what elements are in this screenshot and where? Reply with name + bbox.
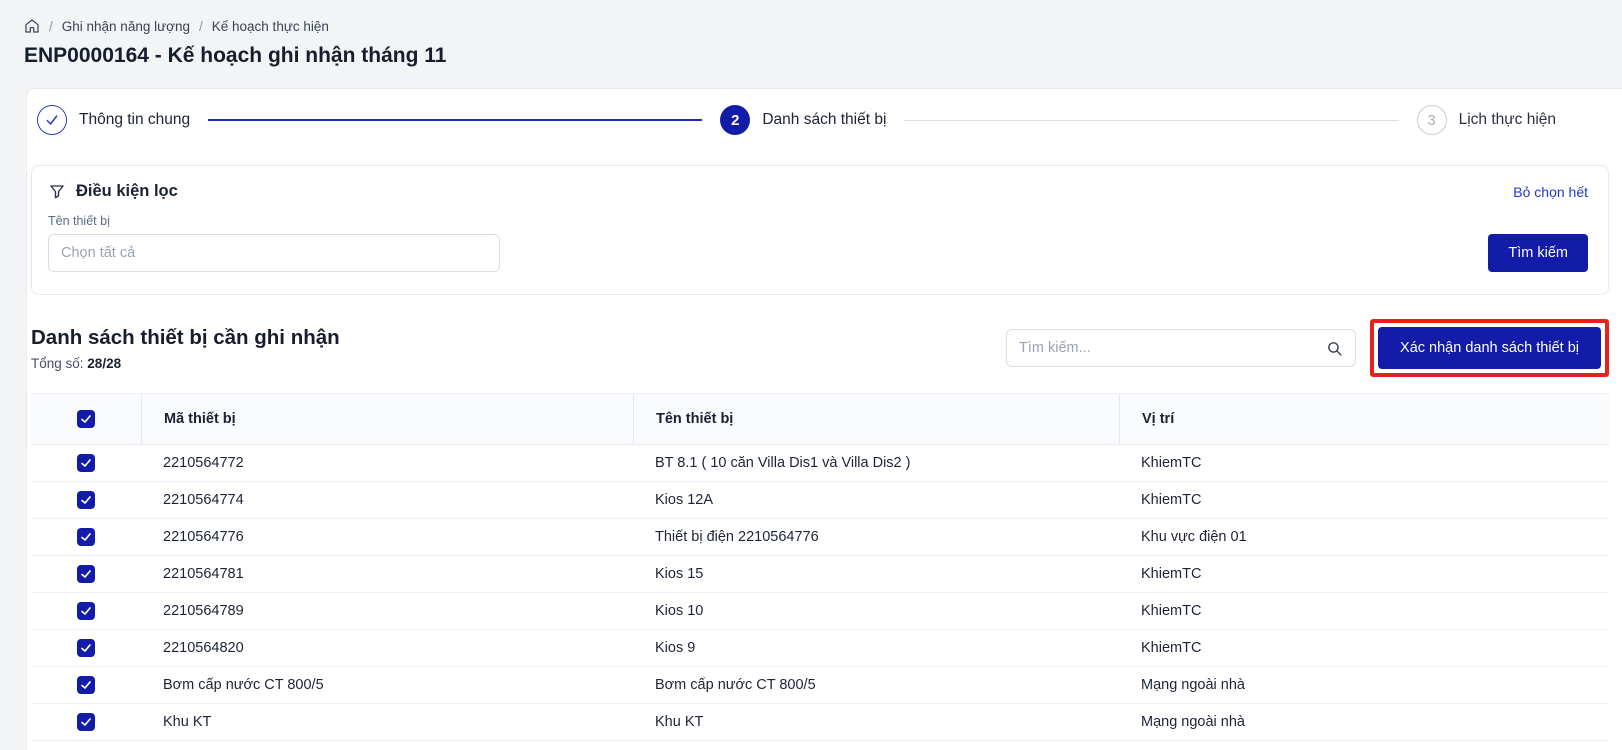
annotation-highlight-box: Xác nhận danh sách thiết bị bbox=[1370, 319, 1609, 377]
filter-title: Điều kiện lọc bbox=[76, 182, 178, 201]
device-list-titles: Danh sách thiết bị cần ghi nhận Tổng số:… bbox=[31, 326, 340, 371]
cell-device-name: Kios 10 bbox=[633, 603, 1119, 619]
table-row[interactable]: 2210564776 Thiết bị điện 2210564776 Khu … bbox=[31, 519, 1609, 556]
step-number-badge: 3 bbox=[1417, 105, 1447, 135]
select-all-checkbox[interactable] bbox=[77, 410, 95, 428]
table-row[interactable]: 2210564820 Kios 9 KhiemTC bbox=[31, 630, 1609, 667]
select-all-cell bbox=[31, 394, 141, 444]
cell-device-location: KhiemTC bbox=[1119, 603, 1609, 619]
search-icon[interactable] bbox=[1326, 340, 1343, 357]
step-number-badge: 2 bbox=[720, 105, 750, 135]
table-row[interactable]: 2210564772 BT 8.1 ( 10 căn Villa Dis1 và… bbox=[31, 445, 1609, 482]
cell-device-code: 2210564820 bbox=[141, 640, 633, 656]
column-header-name: Tên thiết bị bbox=[633, 394, 1119, 444]
device-name-label: Tên thiết bị bbox=[48, 214, 1588, 228]
cell-device-location: Khu vực điện 01 bbox=[1119, 529, 1609, 545]
search-button[interactable]: Tìm kiếm bbox=[1488, 234, 1588, 272]
total-count-value: 28/28 bbox=[87, 356, 121, 371]
breadcrumb-separator: / bbox=[199, 19, 203, 34]
row-checkbox[interactable] bbox=[77, 528, 95, 546]
confirm-device-list-button[interactable]: Xác nhận danh sách thiết bị bbox=[1378, 327, 1601, 369]
table-row[interactable]: 2210564774 Kios 12A KhiemTC bbox=[31, 482, 1609, 519]
cell-device-code: Bơm cấp nước CT 800/5 bbox=[141, 677, 633, 693]
cell-device-location: KhiemTC bbox=[1119, 455, 1609, 471]
cell-device-location: Mạng ngoài nhà bbox=[1119, 677, 1609, 693]
row-checkbox[interactable] bbox=[77, 454, 95, 472]
step-general-info[interactable]: Thông tin chung bbox=[37, 105, 190, 135]
cell-device-code: 2210564772 bbox=[141, 455, 633, 471]
table-body: 2210564772 BT 8.1 ( 10 căn Villa Dis1 và… bbox=[31, 445, 1609, 741]
step-device-list[interactable]: 2 Danh sách thiết bị bbox=[720, 105, 886, 135]
breadcrumb-item-plan[interactable]: Kế hoạch thực hiện bbox=[212, 19, 329, 34]
row-checkbox[interactable] bbox=[77, 602, 95, 620]
cell-device-code: 2210564774 bbox=[141, 492, 633, 508]
cell-device-name: Kios 12A bbox=[633, 492, 1119, 508]
step-schedule[interactable]: 3 Lịch thực hiện bbox=[1417, 105, 1556, 135]
step-connector-done bbox=[208, 119, 702, 121]
row-checkbox[interactable] bbox=[77, 639, 95, 657]
main-panel: Thông tin chung 2 Danh sách thiết bị 3 L… bbox=[26, 88, 1622, 750]
cell-device-code: 2210564789 bbox=[141, 603, 633, 619]
step-completed-check-icon bbox=[37, 105, 67, 135]
row-checkbox[interactable] bbox=[77, 676, 95, 694]
cell-device-location: KhiemTC bbox=[1119, 492, 1609, 508]
cell-device-name: BT 8.1 ( 10 căn Villa Dis1 và Villa Dis2… bbox=[633, 455, 1119, 471]
cell-device-name: Kios 15 bbox=[633, 566, 1119, 582]
table-row[interactable]: 2210564781 Kios 15 KhiemTC bbox=[31, 556, 1609, 593]
cell-device-code: 2210564776 bbox=[141, 529, 633, 545]
device-name-select[interactable] bbox=[48, 234, 500, 272]
filter-card: Điều kiện lọc Bỏ chọn hết Tên thiết bị T… bbox=[31, 165, 1609, 295]
step-connector-todo bbox=[904, 120, 1398, 121]
cell-device-name: Bơm cấp nước CT 800/5 bbox=[633, 677, 1119, 693]
page-title: ENP0000164 - Kế hoạch ghi nhận tháng 11 bbox=[24, 44, 446, 68]
stepper: Thông tin chung 2 Danh sách thiết bị 3 L… bbox=[37, 105, 1556, 135]
total-count-label: Tổng số: bbox=[31, 356, 84, 371]
breadcrumb-separator: / bbox=[49, 19, 53, 34]
cell-device-location: Mạng ngoài nhà bbox=[1119, 714, 1609, 730]
table-search-box[interactable] bbox=[1006, 329, 1356, 367]
column-header-location: Vị trí bbox=[1119, 394, 1609, 444]
device-table: Mã thiết bị Tên thiết bị Vị trí 22105647… bbox=[31, 393, 1609, 741]
cell-device-code: Khu KT bbox=[141, 714, 633, 730]
device-list-actions: Xác nhận danh sách thiết bị bbox=[1006, 319, 1609, 377]
page: / Ghi nhận năng lượng / Kế hoạch thực hi… bbox=[0, 0, 1622, 750]
table-row[interactable]: Khu KT Khu KT Mạng ngoài nhà bbox=[31, 704, 1609, 741]
table-row[interactable]: 2210564789 Kios 10 KhiemTC bbox=[31, 593, 1609, 630]
row-checkbox[interactable] bbox=[77, 713, 95, 731]
cell-device-location: KhiemTC bbox=[1119, 566, 1609, 582]
device-list-title: Danh sách thiết bị cần ghi nhận bbox=[31, 326, 340, 350]
breadcrumb-item-energy[interactable]: Ghi nhận năng lượng bbox=[62, 19, 190, 34]
home-icon[interactable] bbox=[24, 18, 40, 34]
total-count: Tổng số: 28/28 bbox=[31, 356, 340, 371]
cell-device-code: 2210564781 bbox=[141, 566, 633, 582]
table-search-input[interactable] bbox=[1019, 340, 1326, 356]
device-list-header: Danh sách thiết bị cần ghi nhận Tổng số:… bbox=[31, 319, 1609, 377]
cell-device-name: Khu KT bbox=[633, 714, 1119, 730]
cell-device-name: Kios 9 bbox=[633, 640, 1119, 656]
row-checkbox[interactable] bbox=[77, 565, 95, 583]
step-label: Danh sách thiết bị bbox=[762, 111, 886, 129]
row-checkbox[interactable] bbox=[77, 491, 95, 509]
cell-device-location: KhiemTC bbox=[1119, 640, 1609, 656]
filter-funnel-icon bbox=[48, 183, 66, 201]
clear-all-link[interactable]: Bỏ chọn hết bbox=[1513, 184, 1588, 200]
table-row[interactable]: Bơm cấp nước CT 800/5 Bơm cấp nước CT 80… bbox=[31, 667, 1609, 704]
step-label: Thông tin chung bbox=[79, 111, 190, 129]
breadcrumb: / Ghi nhận năng lượng / Kế hoạch thực hi… bbox=[24, 18, 329, 34]
step-label: Lịch thực hiện bbox=[1459, 111, 1556, 129]
column-header-code: Mã thiết bị bbox=[141, 394, 633, 444]
table-header-row: Mã thiết bị Tên thiết bị Vị trí bbox=[31, 393, 1609, 445]
cell-device-name: Thiết bị điện 2210564776 bbox=[633, 529, 1119, 545]
